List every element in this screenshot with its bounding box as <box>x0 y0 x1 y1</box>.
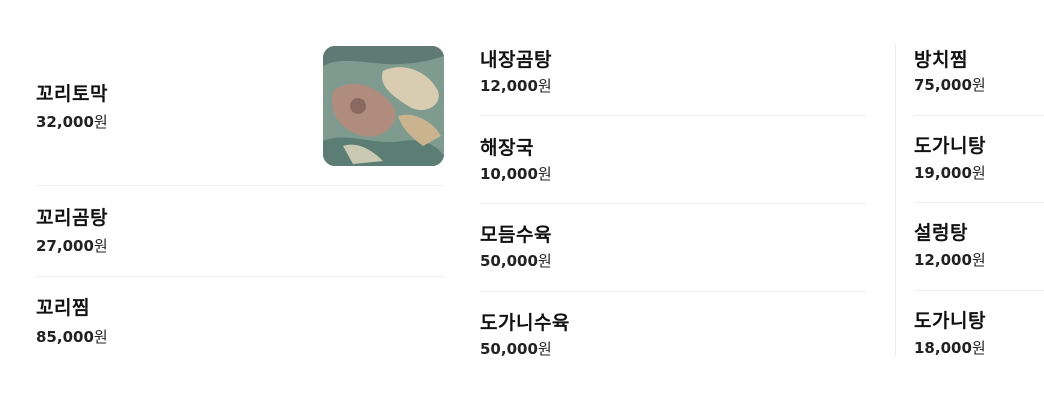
price-unit: 원 <box>537 165 552 183</box>
menu-item[interactable]: 도가니탕 19,000원 <box>914 116 1044 203</box>
menu-item-name: 꼬리곰탕 <box>36 207 108 229</box>
menu-item[interactable]: 도가니수육 50,000원 <box>480 292 867 372</box>
menu-item-name: 꼬리토막 <box>36 83 108 105</box>
price-value: 10,000 <box>480 165 538 183</box>
menu-item[interactable]: 도가니탕 18,000원 <box>914 291 1044 371</box>
price-value: 75,000 <box>914 76 972 94</box>
menu-item-price: 19,000원 <box>914 162 986 183</box>
menu-item-name: 설렁탕 <box>914 222 968 244</box>
menu-item-name: 해장국 <box>480 137 534 159</box>
menu-item-name: 방치찜 <box>914 49 968 71</box>
menu-item-photo[interactable] <box>323 46 444 166</box>
menu-item[interactable]: 해장국 10,000원 <box>480 116 867 204</box>
price-unit: 원 <box>537 252 552 270</box>
price-unit: 원 <box>537 77 552 95</box>
menu-item[interactable]: 내장곰탕 12,000원 <box>480 0 867 116</box>
menu-item-name: 도가니탕 <box>914 135 986 157</box>
menu-item-name: 도가니수육 <box>480 312 570 334</box>
menu-item[interactable]: 꼬리곰탕 27,000원 <box>36 186 444 277</box>
menu-item[interactable]: 모듬수육 50,000원 <box>480 204 867 292</box>
food-photo-icon <box>323 46 444 166</box>
price-unit: 원 <box>971 251 986 269</box>
menu-item-price: 50,000원 <box>480 338 552 359</box>
menu-item[interactable]: 꼬리찜 85,000원 <box>36 277 444 367</box>
price-value: 18,000 <box>914 339 972 357</box>
column-divider <box>895 44 896 356</box>
menu-item-price: 27,000원 <box>36 235 108 256</box>
price-unit: 원 <box>93 237 108 255</box>
menu-item-name: 내장곰탕 <box>480 49 552 71</box>
price-value: 85,000 <box>36 328 94 346</box>
price-value: 19,000 <box>914 164 972 182</box>
price-value: 50,000 <box>480 340 538 358</box>
menu-item-name: 도가니탕 <box>914 310 986 332</box>
menu-item-price: 18,000원 <box>914 337 986 358</box>
menu-item[interactable]: 설렁탕 12,000원 <box>914 203 1044 291</box>
menu-item-price: 32,000원 <box>36 111 108 132</box>
price-unit: 원 <box>93 328 108 346</box>
menu-item[interactable]: 꼬리토막 32,000원 <box>36 0 444 186</box>
price-unit: 원 <box>971 76 986 94</box>
menu-item-price: 12,000원 <box>480 75 552 96</box>
menu-item-price: 12,000원 <box>914 249 986 270</box>
menu-item-name: 모듬수육 <box>480 224 552 246</box>
price-unit: 원 <box>971 339 986 357</box>
menu-item-price: 75,000원 <box>914 74 986 95</box>
menu-item[interactable]: 방치찜 75,000원 <box>914 0 1044 116</box>
menu-item-price: 10,000원 <box>480 163 552 184</box>
price-value: 12,000 <box>914 251 972 269</box>
price-unit: 원 <box>537 340 552 358</box>
menu-item-price: 50,000원 <box>480 250 552 271</box>
price-unit: 원 <box>93 113 108 131</box>
price-value: 27,000 <box>36 237 94 255</box>
menu-item-name: 꼬리찜 <box>36 297 90 319</box>
price-value: 50,000 <box>480 252 538 270</box>
price-value: 12,000 <box>480 77 538 95</box>
price-unit: 원 <box>971 164 986 182</box>
price-value: 32,000 <box>36 113 94 131</box>
menu-item-price: 85,000원 <box>36 326 108 347</box>
